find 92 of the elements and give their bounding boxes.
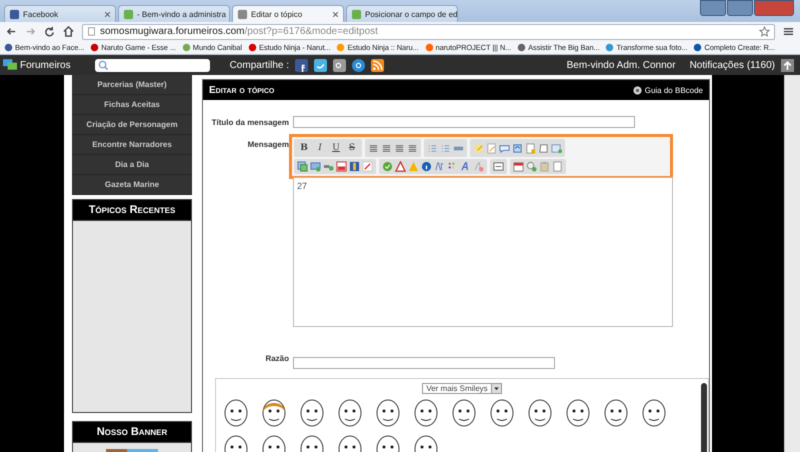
widget-header: Tópicos Recentes	[72, 199, 192, 221]
align-text-icon[interactable]	[394, 142, 405, 154]
browser-scrollbar[interactable]	[784, 75, 800, 452]
browser-tab[interactable]: Facebook	[4, 5, 116, 22]
warning-icon[interactable]	[395, 161, 406, 172]
brand-name[interactable]: Forumeiros	[20, 60, 71, 70]
field-label: Razão	[264, 353, 289, 363]
notifications-link[interactable]: Notificações (1160)	[690, 60, 775, 70]
align-text-icon[interactable]	[407, 142, 418, 154]
field-label: Título da mensagem	[210, 117, 289, 127]
cartoon-face-icon[interactable]	[602, 398, 630, 428]
site-icon[interactable]	[237, 8, 248, 20]
welcome-text: Bem-vindo Adm. Connor	[566, 60, 676, 70]
menu-item[interactable]: Gazeta Marine	[72, 175, 192, 195]
rss-icon[interactable]	[371, 58, 384, 72]
input-field[interactable]	[293, 356, 555, 368]
social-icon[interactable]	[295, 58, 308, 72]
menu-item[interactable]: Dia a Dia	[72, 155, 192, 175]
scrollbar[interactable]	[701, 383, 707, 452]
social-icon[interactable]	[333, 58, 346, 72]
address-bar[interactable]: somosmugiwara.forumeiros.com/post?p=6176&mode=editpost	[82, 24, 775, 40]
site-icon[interactable]	[4, 43, 13, 52]
zoom-add-icon[interactable]	[526, 161, 537, 172]
cartoon-face-icon[interactable]	[336, 398, 364, 428]
align-text-icon[interactable]	[368, 142, 379, 154]
font-icon[interactable]	[460, 161, 471, 172]
close-icon[interactable]	[104, 10, 111, 18]
browser-tab[interactable]: Editar o tópico	[232, 5, 344, 22]
menu-item[interactable]: Parcerias (Master)	[72, 75, 192, 95]
help-link[interactable]: Guia do BBcode	[632, 86, 703, 94]
page-icon[interactable]	[87, 27, 96, 36]
site-icon[interactable]	[693, 43, 702, 52]
site-icon[interactable]	[248, 43, 257, 52]
star-icon[interactable]	[759, 26, 770, 37]
scroll-up-icon[interactable]	[781, 58, 794, 72]
site-icon[interactable]	[90, 43, 100, 52]
email-icon[interactable]	[352, 58, 366, 72]
cartoon-face-icon[interactable]	[450, 398, 478, 428]
document-icon[interactable]	[525, 142, 536, 154]
widget-header: Nosso Banner	[72, 421, 192, 443]
home-icon[interactable]	[63, 26, 74, 37]
speech-bubble-icon[interactable]	[499, 142, 510, 154]
info-icon[interactable]	[421, 161, 432, 172]
cartoon-face-icon[interactable]	[298, 398, 326, 428]
table-add-icon[interactable]	[551, 142, 562, 154]
menu-item[interactable]: Criação de Personagem	[72, 115, 192, 135]
site-icon[interactable]	[517, 43, 526, 52]
smileys-dropdown[interactable]: Ver mais Smileys	[422, 383, 502, 394]
cartoon-face-icon[interactable]	[412, 398, 440, 428]
cartoon-face-icon[interactable]	[222, 398, 250, 428]
site-icon[interactable]	[424, 43, 434, 52]
browser-tab[interactable]: Posicionar o campo de ed	[346, 5, 458, 22]
site-icon[interactable]	[9, 8, 20, 20]
image-add-icon[interactable]	[310, 161, 321, 172]
menu-icon[interactable]	[783, 26, 794, 37]
chat-bubbles-icon[interactable]	[3, 58, 17, 72]
video-icon[interactable]	[336, 161, 347, 172]
panel-title: Editar o tópico	[209, 84, 274, 96]
flash-icon[interactable]	[362, 161, 373, 172]
menu-item[interactable]: Fichas Aceitas	[72, 95, 192, 115]
check-icon[interactable]	[382, 161, 393, 172]
help-icon[interactable]	[632, 86, 642, 94]
cartoon-face-icon[interactable]	[640, 398, 668, 428]
format-button[interactable]: I	[313, 141, 327, 155]
format-button[interactable]: B	[297, 141, 311, 155]
field-label: Mensagem	[246, 139, 289, 149]
cartoon-face-icon[interactable]	[526, 398, 554, 428]
reload-icon[interactable]	[44, 26, 55, 37]
blank-page-icon[interactable]	[552, 161, 563, 172]
search-field[interactable]	[94, 58, 210, 72]
site-icon[interactable]	[605, 43, 614, 52]
close-icon[interactable]	[332, 10, 339, 18]
social-icon[interactable]	[314, 58, 328, 72]
flag-icon[interactable]	[349, 161, 360, 172]
align-text-icon[interactable]	[381, 142, 392, 154]
search-icon[interactable]	[98, 60, 109, 70]
back-icon[interactable]	[6, 26, 17, 37]
cartoon-face-icon[interactable]	[488, 398, 516, 428]
calendar-icon[interactable]	[513, 161, 524, 172]
format-button[interactable]: U	[329, 141, 343, 155]
image-icon[interactable]	[297, 161, 308, 172]
browser-tab[interactable]: - Bem-vindo a administra	[118, 5, 230, 22]
cartoon-face-icon[interactable]	[260, 398, 288, 428]
input-field[interactable]	[293, 116, 635, 128]
message-field[interactable]: 27	[293, 177, 673, 327]
caret-icon[interactable]	[492, 385, 500, 392]
format-button[interactable]: S	[345, 141, 359, 155]
cartoon-face-icon[interactable]	[564, 398, 592, 428]
frame-icon[interactable]	[493, 161, 504, 172]
share-label: Compartilhe :	[230, 60, 290, 70]
cartoon-face-icon[interactable]	[374, 398, 402, 428]
menu-item[interactable]: Encontre Narradores	[72, 135, 192, 155]
